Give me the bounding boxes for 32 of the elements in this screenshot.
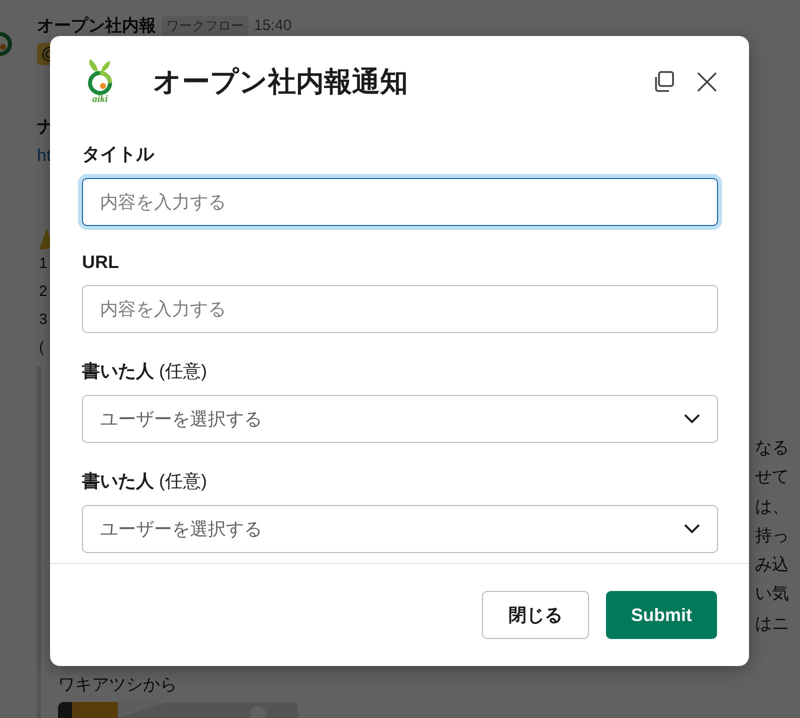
close-dialog-button[interactable]: 閉じる xyxy=(482,591,589,639)
logo-text: aiki xyxy=(92,95,108,105)
message-text: 持っ xyxy=(755,524,789,547)
sender-name: オープン社内報 xyxy=(37,15,156,37)
text-input[interactable]: 内容を入力する xyxy=(82,178,718,226)
text-input[interactable]: 内容を入力する xyxy=(82,285,718,333)
field-label: 書いた人 (任意) xyxy=(82,360,208,383)
field-label: URL xyxy=(82,252,120,273)
message-text: ワキアツシから xyxy=(58,674,178,696)
copy-icon xyxy=(653,71,675,93)
message-text: ( xyxy=(39,338,44,358)
close-button[interactable] xyxy=(697,72,717,92)
message-text: 2 xyxy=(39,282,48,302)
chevron-down-icon xyxy=(684,524,700,534)
modal-title: オープン社内報通知 xyxy=(153,65,409,99)
submit-button[interactable]: Submit xyxy=(606,591,717,639)
message-text: せて xyxy=(755,466,789,488)
message-text: 1 xyxy=(39,254,48,274)
chevron-down-icon xyxy=(684,414,700,424)
message-text: は、 xyxy=(755,496,789,518)
message-text: 3 xyxy=(39,310,48,330)
close-icon xyxy=(697,72,717,92)
message-text: い気 xyxy=(755,583,789,606)
message-text: はニ xyxy=(755,612,789,635)
message-text: なる xyxy=(755,437,789,459)
field-label: タイトル xyxy=(82,143,156,166)
user-select[interactable]: ユーザーを選択する xyxy=(82,395,718,443)
field-label: 書いた人 (任意) xyxy=(82,470,208,493)
message-time: 15:40 xyxy=(254,17,292,34)
copy-button[interactable] xyxy=(653,71,675,93)
message-text: み込 xyxy=(755,554,789,576)
user-select[interactable]: ユーザーを選択する xyxy=(82,505,718,553)
